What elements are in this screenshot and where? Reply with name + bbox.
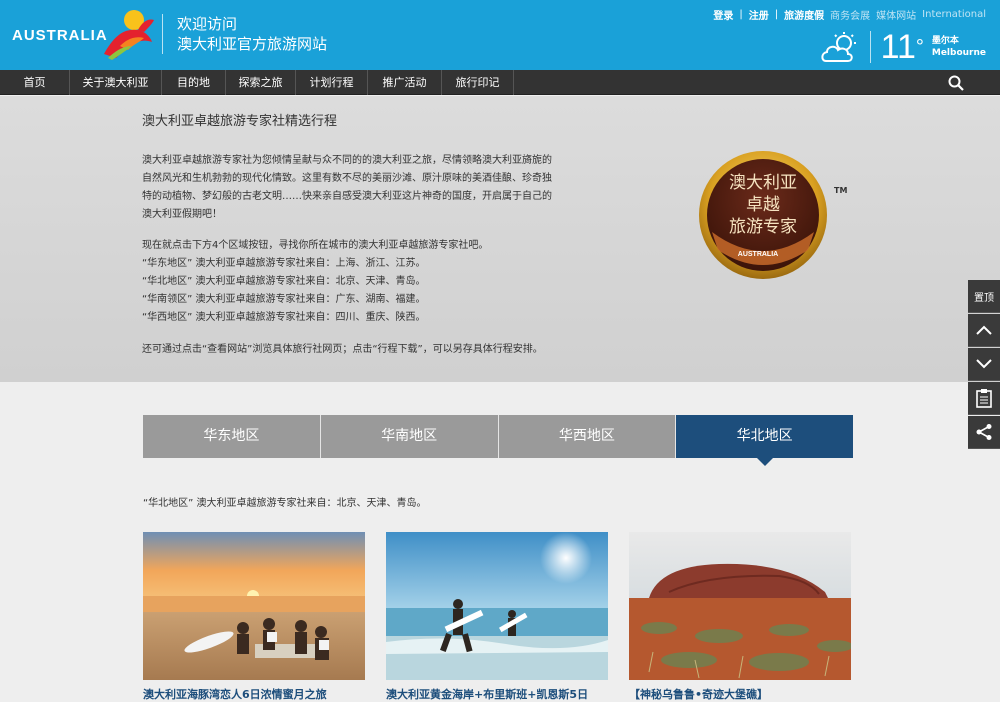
welcome-line1: 欢迎访问 [177,15,238,33]
content-section: 华东地区 华南地区 华西地区 华北地区 “华北地区” 澳大利亚卓越旅游专家社来自… [0,382,1000,702]
intro-line: “华南领区” 澳大利亚卓越旅游专家社来自：广东、湖南、福建。 [142,294,426,305]
intro-line: 澳大利亚卓越旅游专家社为您倾情呈献与众不同的的澳大利亚之旅，尽情领略澳大利亚旖旎… [142,155,552,166]
badge-brand: AUSTRALIA [738,251,778,258]
nav-item-home[interactable]: 首页 [0,70,70,95]
temperature: 11° [880,28,924,66]
chevron-up-icon [976,325,992,335]
nav-item-promotions[interactable]: 推广活动 [368,70,442,95]
intro-paragraph-3: 还可通过点击“查看网站”浏览具体旅行社网页；点击“行程下载”，可以另存具体行程安… [142,344,543,355]
intro-paragraph-1: 澳大利亚卓越旅游专家社为您倾情呈献与众不同的的澳大利亚之旅，尽情领略澳大利亚旖旎… [142,152,602,224]
tour-title[interactable]: 澳大利亚黄金海岸+布里斯班+凯恩斯5日 [386,686,608,702]
tour-image-uluru[interactable] [629,532,851,680]
welcome-line2: 澳大利亚官方旅游网站 [177,35,328,53]
weather-divider [869,31,871,63]
link-separator: | [774,9,779,20]
tab-south-china[interactable]: 华南地区 [320,415,499,458]
register-link[interactable]: 注册 [749,7,769,22]
nav-item-about[interactable]: 关于澳大利亚 [70,70,162,95]
region-tabs: 华东地区 华南地区 华西地区 华北地区 [143,415,853,466]
intro-title: 澳大利亚卓越旅游专家社精选行程 [142,114,338,129]
clipboard-button[interactable] [968,382,1000,415]
share-button[interactable] [968,416,1000,449]
tour-title[interactable]: 【神秘乌鲁鲁•奇迹大堡礁】 [629,686,851,702]
search-icon[interactable] [948,75,964,91]
badge-line1: 澳大利亚 [729,173,797,193]
chevron-down-icon [976,359,992,369]
media-link[interactable]: 媒体网站 [876,7,916,22]
tour-card[interactable]: 澳大利亚海豚湾恋人6日浓情蜜月之旅 [143,532,365,702]
intro-paragraph-2: 现在就点击下方4个区域按钮，寻找你所在城市的澳大利亚卓越旅游专家社吧。 “华东地… [142,237,602,327]
link-separator: | [739,9,743,20]
main-nav: 首页 关于澳大利亚 目的地 探索之旅 计划行程 推广活动 旅行印记 [0,70,1000,95]
intro-line: “华东地区” 澳大利亚卓越旅游专家社来自：上海、浙江、江苏。 [142,258,426,269]
trademark: TM [834,186,848,195]
tab-west-china[interactable]: 华西地区 [498,415,677,458]
back-to-top-label: 置顶 [974,292,994,304]
tour-card[interactable]: 澳大利亚黄金海岸+布里斯班+凯恩斯5日 [386,532,608,702]
tour-image-surfers[interactable] [386,532,608,680]
scroll-down-button[interactable] [968,348,1000,381]
badge-line3: 旅游专家 [729,217,797,237]
welcome-text: 欢迎访问 澳大利亚官方旅游网站 [162,14,327,54]
australia-logo[interactable]: AUSTRALIA [12,10,154,60]
nav-item-travel-stories[interactable]: 旅行印记 [442,70,514,95]
region-description: “华北地区” 澳大利亚卓越旅游专家社来自：北京、天津、青岛。 [143,498,427,509]
clipboard-icon [976,389,992,408]
badge-line2: 卓越 [746,195,780,215]
international-link[interactable]: International [922,9,986,20]
nav-item-destinations[interactable]: 目的地 [162,70,226,95]
tab-east-china[interactable]: 华东地区 [143,415,321,458]
business-link[interactable]: 商务会展 [830,7,870,22]
intro-line: 自然风光和生机勃勃的现代化情致。这里有数不尽的美丽沙滩、原汁原味的美酒佳酿、珍奇… [142,173,552,184]
site-header: AUSTRALIA 欢迎访问 澳大利亚官方旅游网站 登录 | 注册 | 旅游度假… [0,0,1000,70]
nav-item-plan[interactable]: 计划行程 [296,70,368,95]
city-label: 墨尔本 Melbourne [932,35,986,59]
tour-card[interactable]: 【神秘乌鲁鲁•奇迹大堡礁】 [629,532,851,702]
city-cn: 墨尔本 [931,36,959,46]
expert-badge: 澳大利亚 卓越 旅游专家 AUSTRALIA [699,151,827,279]
scroll-up-button[interactable] [968,314,1000,347]
back-to-top-button[interactable]: 置顶 [968,280,1000,313]
nav-item-explore[interactable]: 探索之旅 [226,70,296,95]
intro-line: “华北地区” 澳大利亚卓越旅游专家社来自：北京、天津、青岛。 [142,276,426,287]
partly-cloudy-icon [820,32,856,62]
intro-line: “华西地区” 澳大利亚卓越旅游专家社来自：四川、重庆、陕西。 [142,312,426,323]
intro-line: 现在就点击下方4个区域按钮，寻找你所在城市的澳大利亚卓越旅游专家社吧。 [142,240,489,251]
tour-title[interactable]: 澳大利亚海豚湾恋人6日浓情蜜月之旅 [143,686,365,702]
tour-image-sunset-beach[interactable] [143,532,365,680]
top-links: 登录 | 注册 | 旅游度假 商务会展 媒体网站 International [707,7,986,22]
holiday-link[interactable]: 旅游度假 [784,7,824,22]
intro-line: 澳大利亚假期吧！ [142,209,222,220]
city-en: Melbourne [931,48,986,58]
tab-north-china[interactable]: 华北地区 [676,415,853,466]
intro-line: 特的动植物、梦幻般的古老文明……快来亲自感受澳大利亚这片神奇的国度，开启属于自己… [142,191,552,202]
weather-widget: 11° 墨尔本 Melbourne [820,28,986,66]
kangaroo-logo-icon [104,10,154,60]
intro-section: 澳大利亚卓越旅游专家社精选行程 澳大利亚卓越旅游专家社为您倾情呈献与众不同的的澳… [0,96,1000,382]
share-icon [976,424,992,440]
login-link[interactable]: 登录 [713,7,733,22]
